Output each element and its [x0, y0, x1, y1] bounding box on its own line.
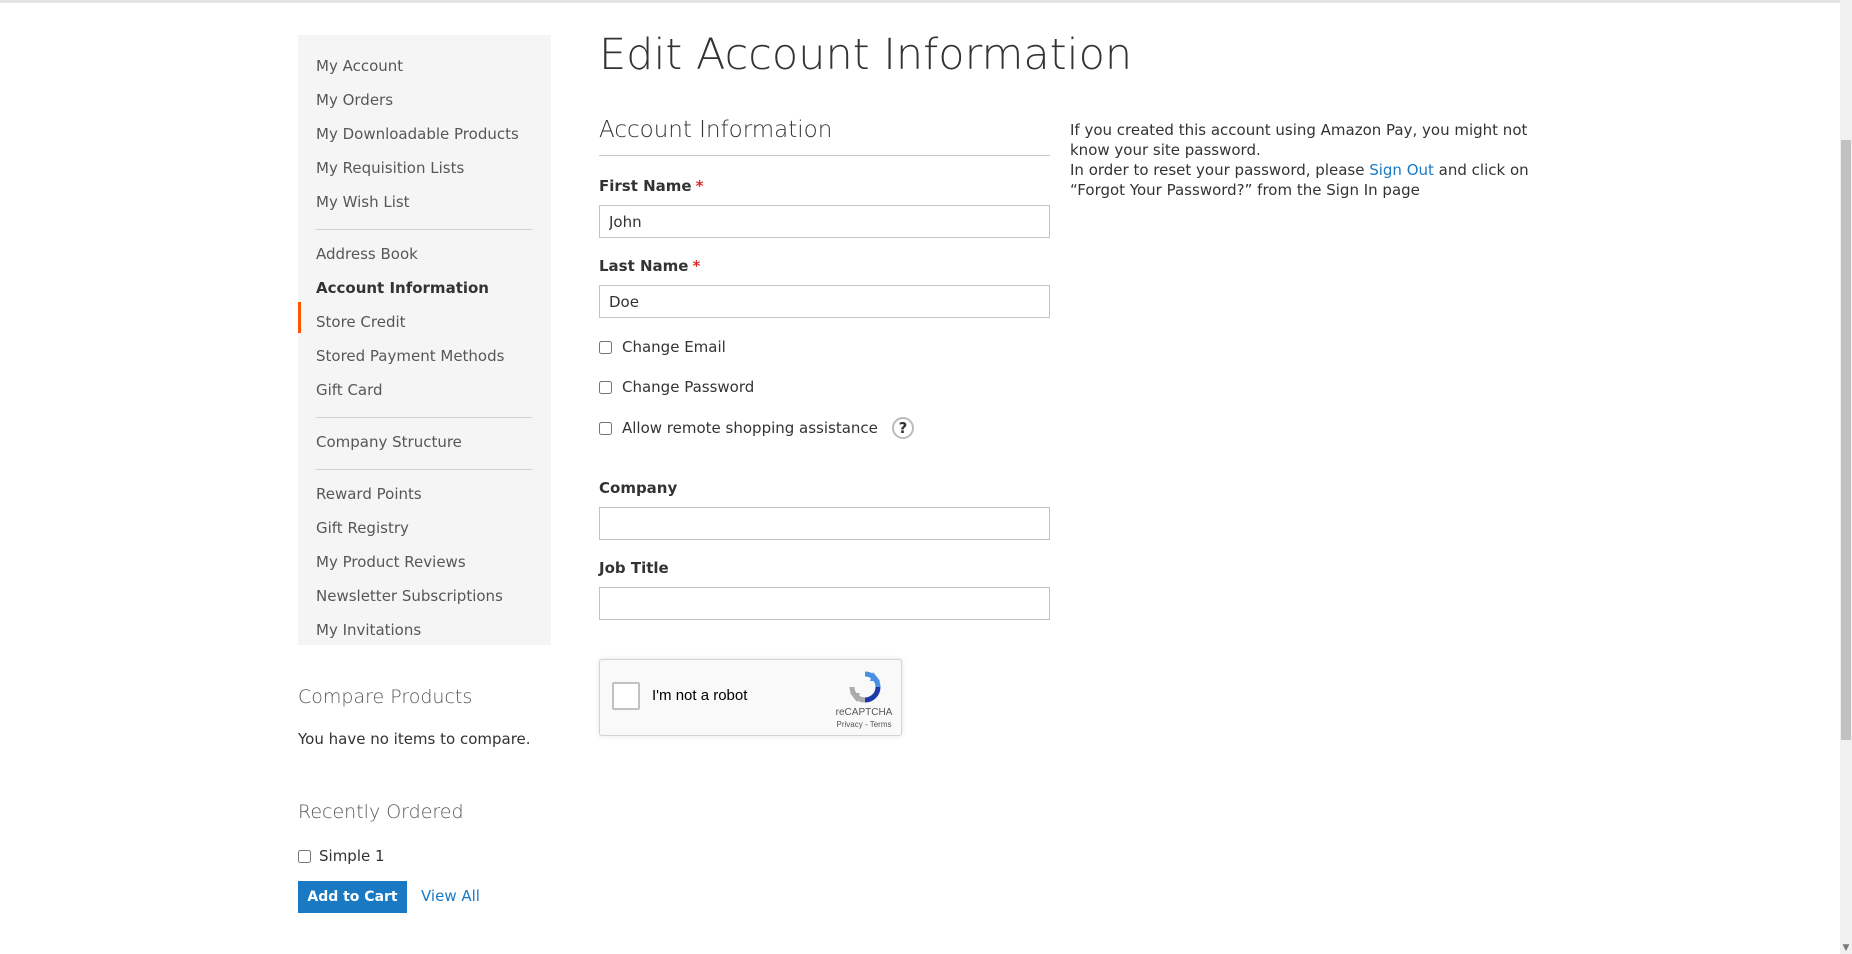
recaptcha-logo-icon [849, 671, 881, 703]
last-name-label-text: Last Name [599, 257, 689, 275]
recent-order-checkbox[interactable] [298, 849, 311, 863]
sidebar-item-store-credit[interactable]: Store Credit [316, 311, 406, 333]
recaptcha-brand: reCAPTCHA [835, 707, 893, 718]
sidebar-item-my-invitations[interactable]: My Invitations [316, 619, 421, 641]
help-icon[interactable]: ? [891, 417, 914, 439]
recaptcha-widget: I'm not a robot reCAPTCHA Privacy - Term… [599, 659, 902, 736]
sidebar-item-stored-payment-methods[interactable]: Stored Payment Methods [316, 345, 504, 367]
info-line-2: In order to reset your password, please … [1070, 160, 1540, 200]
change-email-checkbox[interactable] [599, 340, 612, 354]
sidebar-item-requisition-lists[interactable]: My Requisition Lists [316, 157, 464, 179]
compare-products-title: Compare Products [298, 686, 473, 708]
sidebar-item-my-account[interactable]: My Account [316, 55, 403, 77]
recaptcha-privacy-terms[interactable]: Privacy - Terms [831, 720, 897, 729]
compare-empty-text: You have no items to compare. [298, 730, 531, 748]
remote-assistance-checkbox[interactable] [599, 421, 612, 435]
info-line-1: If you created this account using Amazon… [1070, 121, 1528, 159]
section-divider [599, 155, 1050, 156]
job-title-input[interactable] [599, 587, 1050, 620]
recent-order-item-label: Simple 1 [319, 847, 385, 865]
sidebar-item-gift-registry[interactable]: Gift Registry [316, 517, 409, 539]
sidebar-item-downloadable-products[interactable]: My Downloadable Products [316, 123, 519, 145]
company-input[interactable] [599, 507, 1050, 540]
section-title: Account Information [599, 117, 833, 143]
page-scrollbar[interactable]: ▼ [1840, 0, 1852, 954]
remote-assistance-row: Allow remote shopping assistance ? [599, 417, 914, 439]
sidebar-item-newsletter-subscriptions[interactable]: Newsletter Subscriptions [316, 585, 503, 607]
first-name-input[interactable] [599, 205, 1050, 238]
first-name-label-text: First Name [599, 177, 692, 195]
scrollbar-thumb[interactable] [1841, 140, 1851, 740]
recaptcha-label: I'm not a robot [652, 687, 748, 704]
change-password-row: Change Password [599, 376, 754, 398]
recently-ordered-title: Recently Ordered [298, 801, 464, 823]
sidebar-item-product-reviews[interactable]: My Product Reviews [316, 551, 466, 573]
sign-out-link[interactable]: Sign Out [1369, 161, 1434, 179]
first-name-label: First Name * [599, 177, 703, 195]
scroll-down-arrow-icon[interactable]: ▼ [1840, 942, 1852, 954]
sidebar-item-account-information[interactable]: Account Information [316, 277, 489, 299]
sidebar-item-reward-points[interactable]: Reward Points [316, 483, 422, 505]
job-title-label: Job Title [599, 559, 669, 577]
active-indicator [298, 302, 301, 333]
recaptcha-checkbox[interactable] [612, 682, 640, 710]
sidebar-item-wish-list[interactable]: My Wish List [316, 191, 410, 213]
top-border [0, 0, 1852, 3]
last-name-label: Last Name * [599, 257, 700, 275]
remote-assistance-label: Allow remote shopping assistance [622, 419, 878, 437]
required-marker: * [692, 257, 701, 275]
sidebar-item-gift-card[interactable]: Gift Card [316, 379, 383, 401]
required-marker: * [695, 177, 704, 195]
sidebar-item-company-structure[interactable]: Company Structure [316, 431, 462, 453]
sidebar-item-address-book[interactable]: Address Book [316, 243, 418, 265]
view-all-link[interactable]: View All [421, 887, 480, 905]
sidebar-item-my-orders[interactable]: My Orders [316, 89, 393, 111]
change-password-label: Change Password [622, 378, 755, 396]
change-email-label: Change Email [622, 338, 726, 356]
amazon-pay-info-note: If you created this account using Amazon… [1070, 120, 1540, 200]
change-password-checkbox[interactable] [599, 380, 612, 394]
page-title: Edit Account Information [599, 30, 1133, 80]
info-line-2-before: In order to reset your password, please [1070, 161, 1370, 179]
change-email-row: Change Email [599, 336, 726, 358]
recent-order-item: Simple 1 [298, 846, 385, 866]
nav-divider [316, 469, 532, 470]
add-to-cart-button[interactable]: Add to Cart [298, 881, 407, 913]
account-sidebar-nav: My Account My Orders My Downloadable Pro… [298, 35, 551, 645]
last-name-input[interactable] [599, 285, 1050, 318]
nav-divider [316, 417, 532, 418]
company-label: Company [599, 479, 678, 497]
nav-divider [316, 229, 532, 230]
